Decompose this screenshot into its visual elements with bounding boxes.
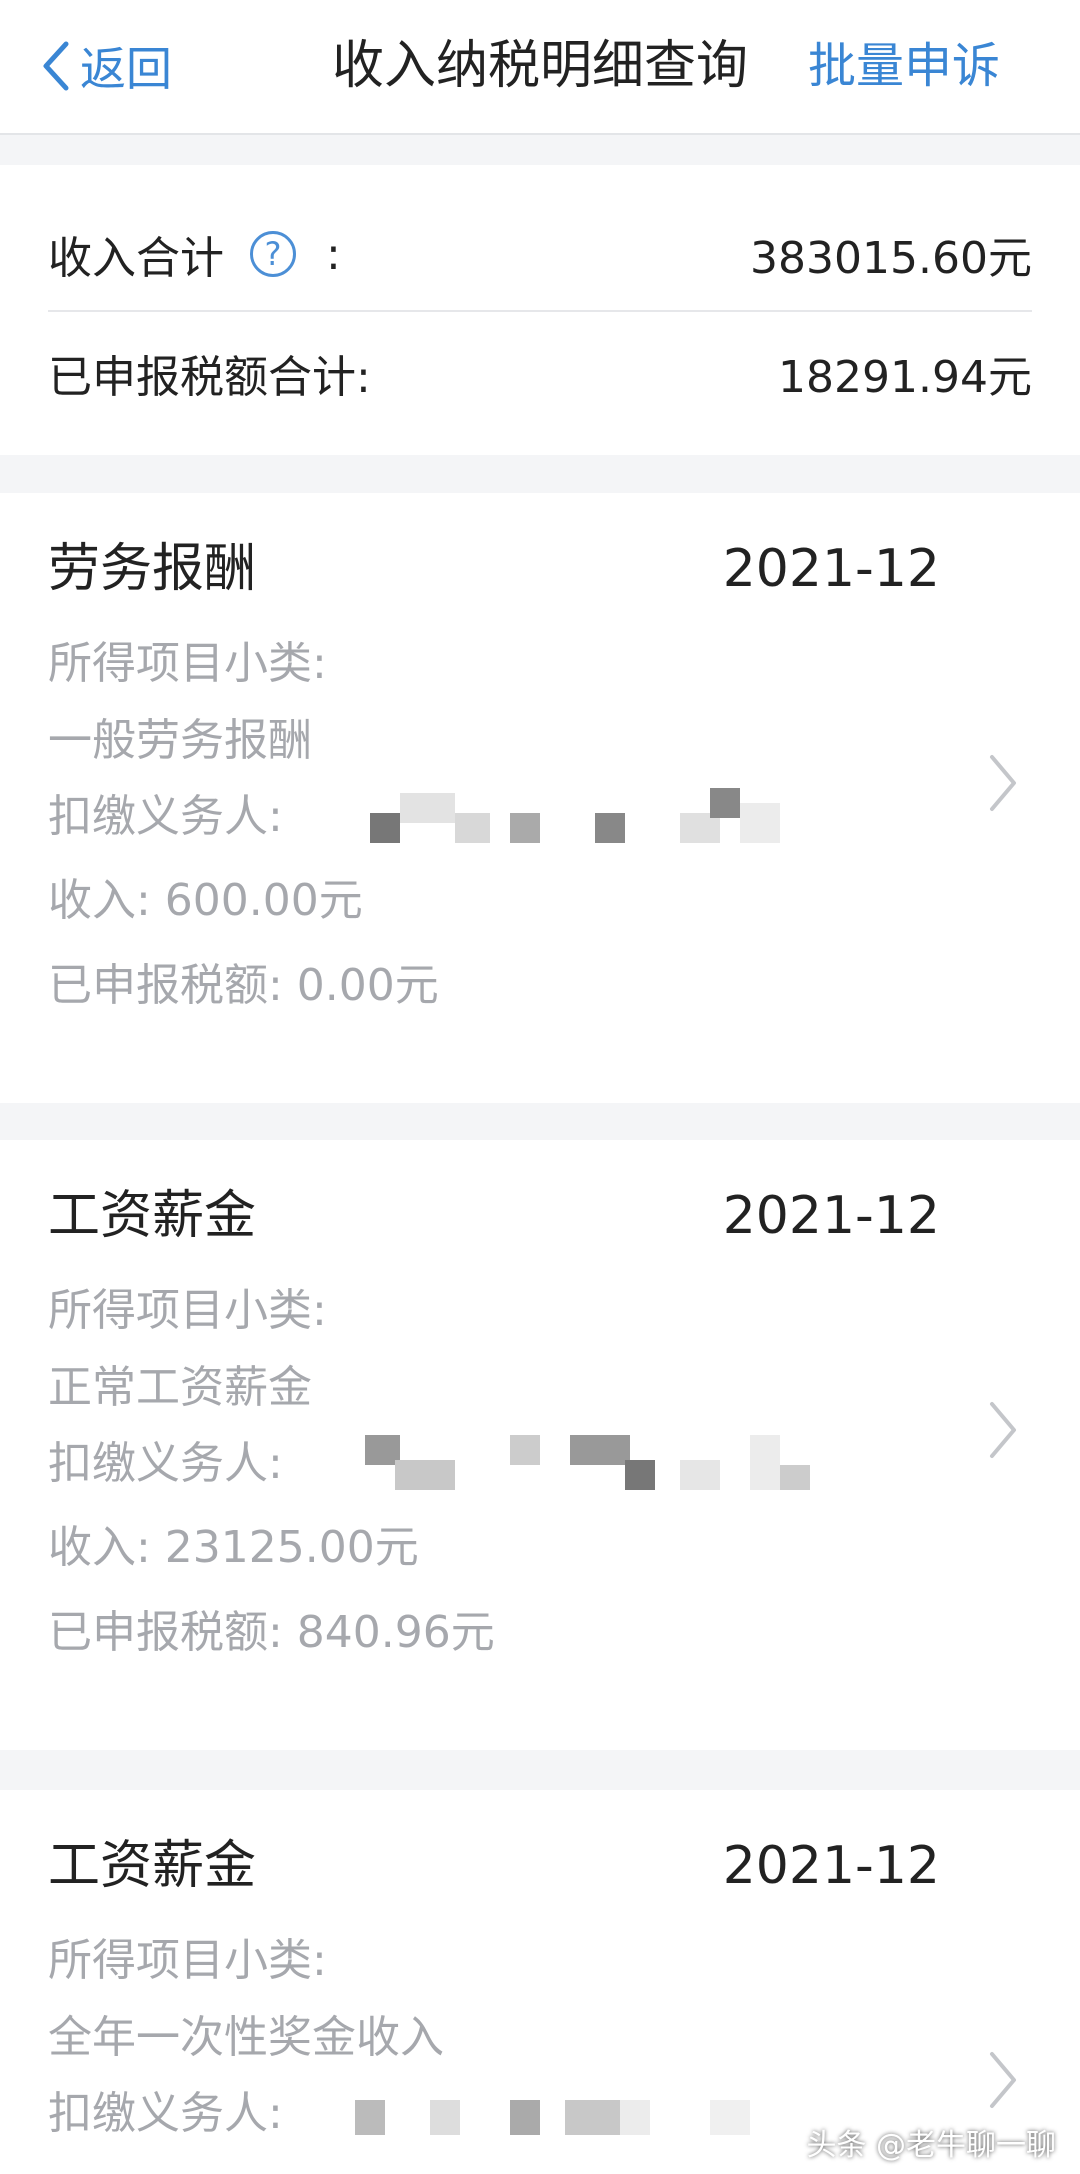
- nav-bar: 返回 收入纳税明细查询 批量申诉: [0, 0, 1080, 135]
- subcategory-value: 全年一次性奖金收入: [48, 2012, 444, 2063]
- subcategory-label: 所得项目小类:: [48, 638, 327, 689]
- watermark: 头条 @老牛聊一聊: [806, 2120, 1056, 2164]
- divider: [48, 310, 1032, 312]
- declared-tax-value: 已申报税额: 0.00元: [48, 960, 439, 1011]
- income-total-label: 收入合计: [48, 233, 224, 284]
- record-category: 工资薪金: [48, 1186, 257, 1246]
- declared-tax-value: 已申报税额: 840.96元: [48, 1607, 495, 1658]
- redacted-withholder: [360, 1430, 840, 1500]
- chevron-right-icon: [990, 2052, 1016, 2108]
- income-value: 收入: 600.00元: [48, 875, 363, 926]
- income-total-colon: :: [326, 228, 341, 280]
- withholder-label: 扣缴义务人:: [48, 791, 283, 842]
- record-category: 工资薪金: [48, 1836, 257, 1896]
- withholder-label: 扣缴义务人:: [48, 2088, 283, 2139]
- chevron-right-icon: [990, 755, 1016, 811]
- record-date: 2021-12: [722, 1836, 940, 1896]
- subcategory-value: 正常工资薪金: [48, 1362, 312, 1413]
- income-total-row: 收入合计 ? : 383015.60元: [48, 198, 1032, 310]
- record-date: 2021-12: [722, 1186, 940, 1246]
- help-icon[interactable]: ?: [250, 231, 296, 277]
- income-value: 收入: 23125.00元: [48, 1522, 419, 1573]
- redacted-withholder: [350, 2080, 770, 2150]
- watermark-text: 头条 @老牛聊一聊: [806, 2128, 1056, 2163]
- chevron-right-icon: [990, 1402, 1016, 1458]
- subcategory-label: 所得项目小类:: [48, 1285, 327, 1336]
- record-category: 劳务报酬: [48, 539, 257, 599]
- subcategory-value: 一般劳务报酬: [48, 715, 312, 766]
- record-card[interactable]: 工资薪金 2021-12 所得项目小类: 正常工资薪金 扣缴义务人: 收入: 2…: [0, 1140, 1080, 1750]
- batch-appeal-button[interactable]: 批量申诉: [808, 36, 1000, 96]
- tax-total-row: 已申报税额合计: 18291.94元: [48, 317, 1032, 429]
- subcategory-label: 所得项目小类:: [48, 1935, 327, 1986]
- record-card[interactable]: 劳务报酬 2021-12 所得项目小类: 一般劳务报酬 扣缴义务人: 收入: 6…: [0, 493, 1080, 1103]
- redacted-withholder: [360, 783, 800, 853]
- income-total-value: 383015.60元: [750, 233, 1032, 284]
- record-card[interactable]: 工资薪金 2021-12 所得项目小类: 全年一次性奖金收入 扣缴义务人:: [0, 1790, 1080, 2174]
- withholder-label: 扣缴义务人:: [48, 1438, 283, 1489]
- summary-panel: 收入合计 ? : 383015.60元 已申报税额合计: 18291.94元: [0, 165, 1080, 455]
- record-date: 2021-12: [722, 539, 940, 599]
- tax-total-label: 已申报税额合计:: [48, 352, 371, 403]
- tax-total-value: 18291.94元: [778, 352, 1032, 403]
